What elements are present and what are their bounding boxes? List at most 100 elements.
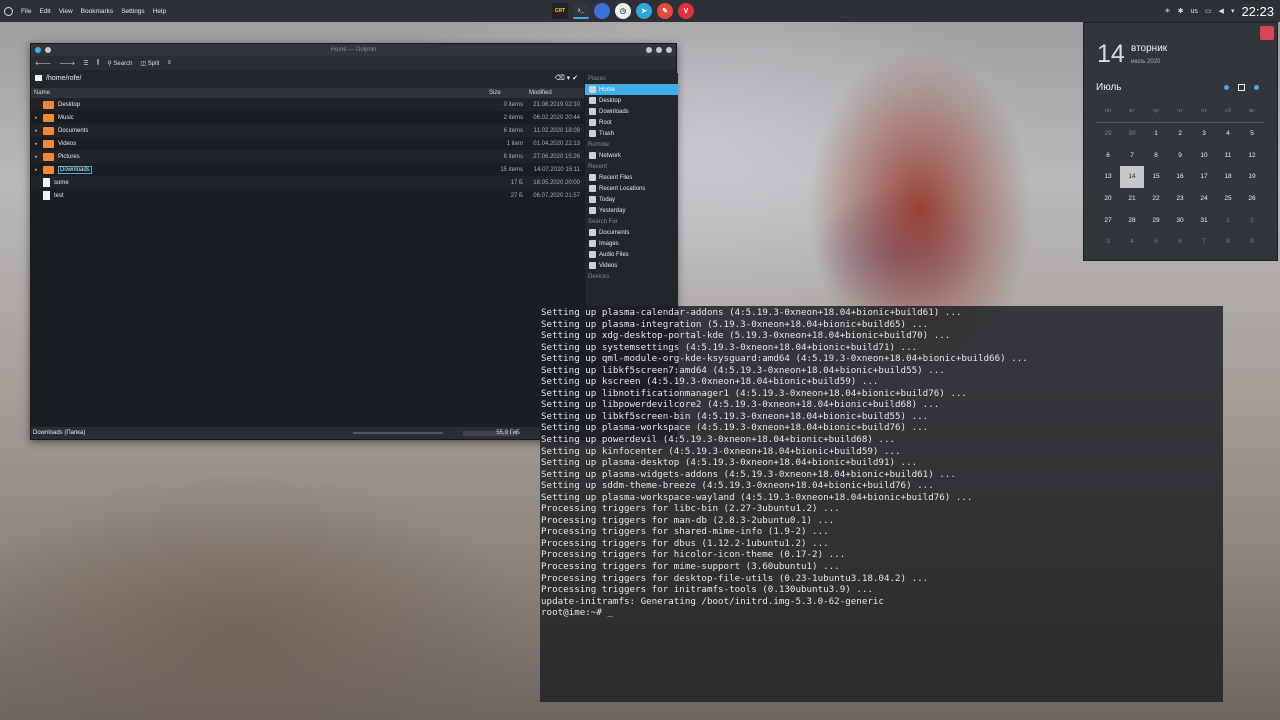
battery-icon[interactable]: ▭ [1205,7,1212,15]
hamburger-menu-icon[interactable]: ≡ [167,60,171,66]
calendar-day-cell[interactable]: 1 [1216,209,1240,231]
vivaldi-icon[interactable]: V [678,3,694,19]
calendar-day-cell[interactable]: 8 [1144,144,1168,166]
places-item-recent-locations[interactable]: Recent Locations [585,183,678,194]
minimize-button[interactable] [646,47,652,53]
modified-column-header[interactable]: Modified [527,90,583,96]
calendar-day-cell[interactable]: 11 [1216,144,1240,166]
calendar-day-cell[interactable]: 30 [1168,209,1192,231]
file-row[interactable]: test 27 Б 06.07.2020 21:57 [31,189,584,202]
volume-icon[interactable]: ◀ [1219,7,1224,15]
calendar-day-cell[interactable]: 7 [1192,231,1216,253]
calendar-day-cell[interactable]: 19 [1240,166,1264,188]
dolphin-app-icon[interactable] [35,47,41,53]
name-column-header[interactable]: Name [31,90,487,96]
calendar-day-cell[interactable]: 6 [1168,231,1192,253]
calendar-day-cell[interactable]: 28 [1120,209,1144,231]
expand-arrow-icon[interactable]: ▸ [35,167,39,173]
calendar-day-cell[interactable]: 20 [1096,188,1120,210]
file-row[interactable]: ▸ Videos 1 item 01.04.2020 22:13 [31,137,584,150]
calendar-day-cell[interactable]: 5 [1240,123,1264,145]
columns-view-icon[interactable]: ⫼ [97,60,100,67]
menu-item-view[interactable]: View [59,8,73,15]
keyboard-layout[interactable]: us [1191,8,1198,15]
chromium-icon[interactable] [594,3,610,19]
calendar-day-cell[interactable]: 2 [1240,209,1264,231]
calendar-day-cell[interactable]: 26 [1240,188,1264,210]
calendar-day-today[interactable]: 14 [1120,166,1144,188]
maximize-button[interactable] [656,47,662,53]
expand-arrow-icon[interactable]: ▸ [35,154,39,160]
calendar-day-cell[interactable]: 17 [1192,166,1216,188]
places-item-audio-files[interactable]: Audio Files [585,249,678,260]
calendar-day-cell[interactable]: 24 [1192,188,1216,210]
places-item-today[interactable]: Today [585,194,678,205]
pen-app-icon[interactable]: ✎ [657,3,673,19]
places-item-trash[interactable]: Trash [585,128,678,139]
calendar-day-cell[interactable]: 2 [1168,123,1192,145]
brightness-icon[interactable]: ☀ [1164,7,1170,15]
konsole-icon[interactable]: ›_ [573,3,589,19]
network-icon[interactable]: ▾ [1231,7,1235,15]
calendar-day-cell[interactable]: 25 [1216,188,1240,210]
telegram-icon[interactable]: ➤ [636,3,652,19]
window-titlebar[interactable]: Home — Dolphin [31,44,676,56]
calendar-day-cell[interactable]: 1 [1144,123,1168,145]
expand-arrow-icon[interactable]: ▸ [35,128,39,134]
places-item-root[interactable]: Root [585,117,678,128]
menu-item-bookmarks[interactable]: Bookmarks [81,8,114,15]
digital-clock[interactable]: 22:23 [1241,4,1274,19]
places-item-downloads[interactable]: Downloads [585,106,678,117]
calendar-day-cell[interactable]: 31 [1192,209,1216,231]
places-item-recent-files[interactable]: Recent Files [585,172,678,183]
calendar-day-cell[interactable]: 27 [1096,209,1120,231]
calendar-day-cell[interactable]: 29 [1096,123,1120,145]
places-item-yesterday[interactable]: Yesterday [585,205,678,216]
size-column-header[interactable]: Size [487,90,527,96]
calendar-day-cell[interactable]: 6 [1096,144,1120,166]
terminal-window[interactable]: Setting up plasma-calendar-addons (4:5.1… [540,306,1223,702]
file-row[interactable]: Desktop 0 items 21.08.2019 02:10 [31,98,584,111]
calendar-day-cell[interactable]: 4 [1216,123,1240,145]
path-text[interactable]: /home/rofe/ [46,75,81,82]
today-icon[interactable] [1238,84,1245,91]
zoom-slider[interactable] [353,432,444,434]
split-button[interactable]: ◫ Split [140,60,159,67]
clock-app-icon[interactable]: ◷ [615,3,631,19]
previous-month-icon[interactable] [1224,85,1229,90]
file-row[interactable]: ▸ Downloads 15 items 14.07.2020 15:11 [31,163,584,176]
calendar-day-cell[interactable]: 30 [1120,123,1144,145]
file-row[interactable]: ▸ Documents 6 items 11.02.2020 18:09 [31,124,584,137]
pin-button[interactable] [45,47,51,53]
menu-item-settings[interactable]: Settings [121,8,145,15]
calendar-day-cell[interactable]: 10 [1192,144,1216,166]
cool-retro-term-icon[interactable]: CRT [552,3,568,19]
calendar-day-cell[interactable]: 13 [1096,166,1120,188]
calendar-day-cell[interactable]: 29 [1144,209,1168,231]
search-button[interactable]: ⚲ Search [107,60,132,67]
calendar-day-cell[interactable]: 3 [1096,231,1120,253]
menu-item-file[interactable]: File [21,8,31,15]
clear-icon[interactable]: ⌫ ▾ ✔ [555,74,578,82]
calendar-day-cell[interactable]: 9 [1168,144,1192,166]
next-month-icon[interactable] [1254,85,1259,90]
pin-icon[interactable] [1260,26,1274,40]
calendar-day-cell[interactable]: 8 [1216,231,1240,253]
calendar-day-cell[interactable]: 3 [1192,123,1216,145]
calendar-day-cell[interactable]: 16 [1168,166,1192,188]
file-row[interactable]: ▸ Pictures 6 items 27.06.2020 15:26 [31,150,584,163]
file-row[interactable]: ▸ Music 2 items 06.02.2020 20:44 [31,111,584,124]
places-item-desktop[interactable]: Desktop [585,95,678,106]
places-item-home[interactable]: Home [585,84,678,95]
calendar-day-cell[interactable]: 22 [1144,188,1168,210]
calendar-day-cell[interactable]: 9 [1240,231,1264,253]
bluetooth-icon[interactable]: ✱ [1178,7,1184,15]
places-item-images[interactable]: Images [585,238,678,249]
forward-icon[interactable]: 🡒 [59,60,75,67]
calendar-day-cell[interactable]: 5 [1144,231,1168,253]
calendar-day-cell[interactable]: 23 [1168,188,1192,210]
places-item-documents[interactable]: Documents [585,227,678,238]
calendar-month[interactable]: Июль [1096,82,1122,93]
places-item-videos[interactable]: Videos [585,260,678,271]
menu-item-help[interactable]: Help [153,8,166,15]
